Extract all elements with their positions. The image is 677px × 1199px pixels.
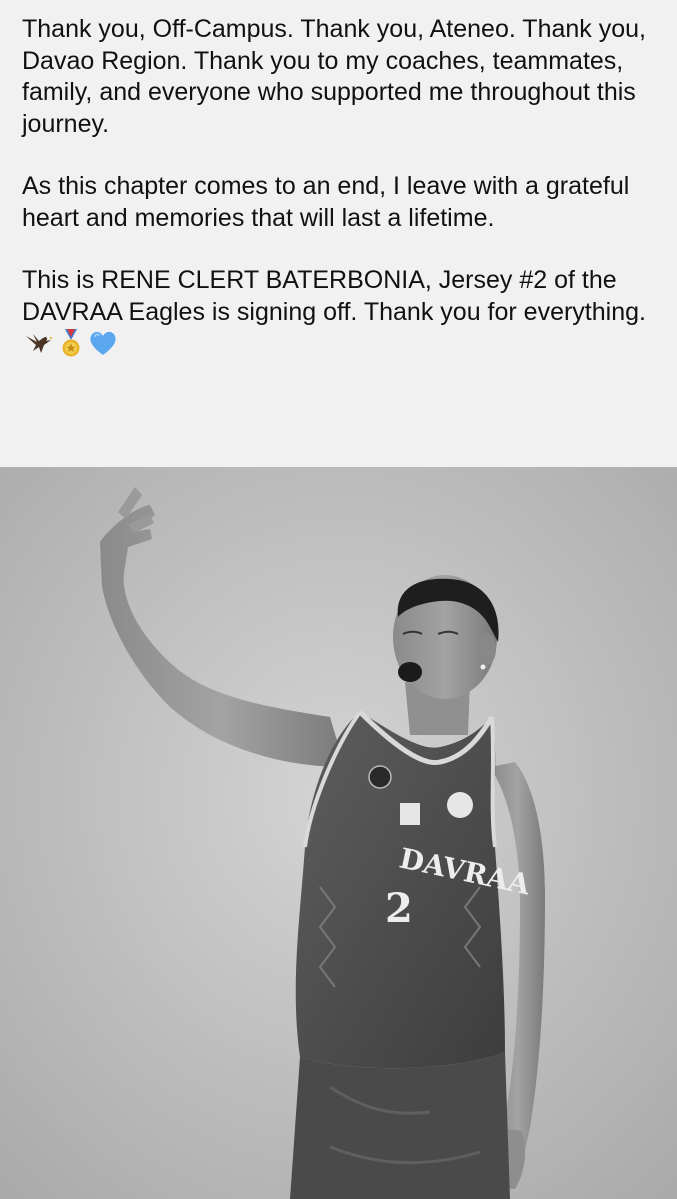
caption-paragraph-3-text: This is RENE CLERT BATERBONIA, Jersey #2… bbox=[22, 266, 646, 326]
caption-paragraph-1: Thank you, Off-Campus. Thank you, Ateneo… bbox=[22, 15, 646, 138]
caption-paragraph-3: This is RENE CLERT BATERBONIA, Jersey #2… bbox=[22, 265, 662, 361]
post-caption: Thank you, Off-Campus. Thank you, Ateneo… bbox=[22, 14, 662, 361]
player-photo[interactable]: DAVRAA 2 bbox=[0, 467, 677, 1199]
post-container: Thank you, Off-Campus. Thank you, Ateneo… bbox=[0, 0, 677, 1199]
eagle-icon bbox=[24, 328, 54, 358]
caption-paragraph-2: As this chapter comes to an end, I leave… bbox=[22, 172, 630, 232]
medal-icon bbox=[56, 328, 86, 358]
blue-heart-icon bbox=[88, 328, 118, 358]
jersey-number: 2 bbox=[385, 885, 413, 932]
